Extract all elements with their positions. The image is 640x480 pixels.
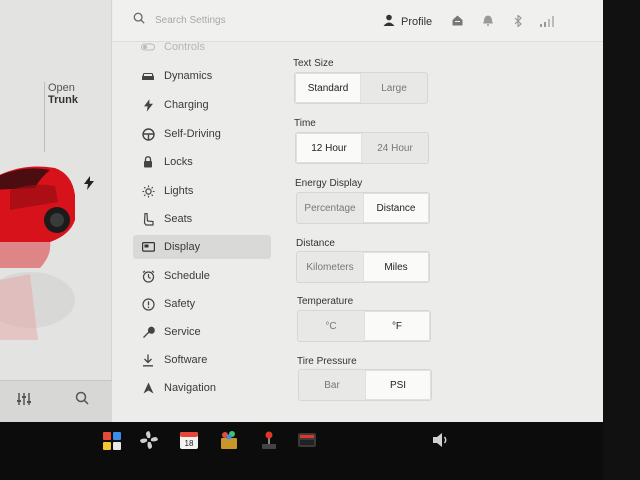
open-trunk-label-line2: Trunk xyxy=(48,94,78,106)
open-trunk-button[interactable]: Open Trunk xyxy=(44,82,78,152)
fan-icon[interactable] xyxy=(139,430,159,450)
bell-icon[interactable] xyxy=(483,15,493,26)
car-icon xyxy=(140,68,156,84)
screen-bezel xyxy=(603,0,640,480)
menu-item-label: Safety xyxy=(164,298,196,310)
bolt-icon xyxy=(140,97,156,113)
seat-icon xyxy=(140,211,156,227)
menu-item-controls[interactable]: Controls xyxy=(133,35,271,59)
text-size-standard-option[interactable]: Standard xyxy=(295,73,361,103)
toybox-icon[interactable] xyxy=(219,430,239,450)
menu-item-label: Software xyxy=(164,354,208,366)
time-24-hour-option[interactable]: 24 Hour xyxy=(362,133,428,163)
theater-icon[interactable] xyxy=(297,430,317,450)
menu-item-seats[interactable]: Seats xyxy=(133,207,271,231)
menu-item-service[interactable]: Service xyxy=(133,320,271,344)
search-icon[interactable] xyxy=(75,391,89,405)
energy-display-selector: Percentage Distance xyxy=(296,192,430,224)
menu-item-label: Charging xyxy=(164,99,209,111)
charging-bolt-icon xyxy=(84,176,94,190)
volume-icon[interactable] xyxy=(431,430,451,450)
navigation-icon xyxy=(140,380,156,396)
energy-display-label: Energy Display xyxy=(295,178,363,189)
menu-item-label: Navigation xyxy=(164,382,216,394)
profile-button-label[interactable]: Profile xyxy=(401,16,432,28)
app-dock: 18 xyxy=(0,422,604,480)
search-icon xyxy=(133,12,145,24)
energy-display-percentage-option[interactable]: Percentage xyxy=(297,193,363,223)
menu-item-label: Schedule xyxy=(164,270,210,282)
lock-icon xyxy=(140,154,156,170)
menu-item-charging[interactable]: Charging xyxy=(133,93,271,117)
menu-item-locks[interactable]: Locks xyxy=(133,150,271,174)
temperature-celsius-option[interactable]: °C xyxy=(298,311,364,341)
lte-signal-icon xyxy=(540,16,554,27)
toggle-icon xyxy=(140,39,156,55)
home-icon[interactable] xyxy=(452,15,463,26)
distance-label: Distance xyxy=(296,238,335,249)
settings-menu: Controls Dynamics Charging Self-Driving … xyxy=(113,41,281,422)
wrench-icon xyxy=(140,324,156,340)
menu-item-lights[interactable]: Lights xyxy=(133,179,271,203)
text-size-large-option[interactable]: Large xyxy=(361,73,427,103)
sliders-icon[interactable] xyxy=(16,391,32,407)
touchscreen: Open Trunk Search Settings Profile Contr… xyxy=(0,0,604,422)
menu-item-label: Display xyxy=(164,241,201,253)
menu-item-software[interactable]: Software xyxy=(133,348,271,372)
menu-item-self-driving[interactable]: Self-Driving xyxy=(133,122,271,146)
steering-wheel-icon xyxy=(140,126,156,142)
joystick-arcade-icon[interactable] xyxy=(259,430,279,450)
distance-kilometers-option[interactable]: Kilometers xyxy=(297,252,363,282)
menu-item-label: Self-Driving xyxy=(164,128,221,140)
tire-pressure-label: Tire Pressure xyxy=(297,356,357,367)
time-label: Time xyxy=(294,118,316,129)
tire-pressure-selector: Bar PSI xyxy=(298,369,432,401)
distance-miles-option[interactable]: Miles xyxy=(363,252,429,282)
car-image xyxy=(0,166,75,340)
calendar-icon[interactable]: 18 xyxy=(179,430,199,450)
bluetooth-icon[interactable] xyxy=(514,15,522,27)
clock-icon xyxy=(140,268,156,284)
display-settings-panel: Text Size Standard Large Time 12 Hour 24… xyxy=(290,42,604,422)
menu-item-label: Locks xyxy=(164,156,193,168)
safety-icon xyxy=(140,296,156,312)
display-icon xyxy=(140,239,156,255)
time-selector: 12 Hour 24 Hour xyxy=(295,132,429,164)
download-icon xyxy=(140,352,156,368)
menu-item-display[interactable]: Display xyxy=(133,235,271,259)
menu-item-schedule[interactable]: Schedule xyxy=(133,264,271,288)
menu-item-label: Controls xyxy=(164,41,205,53)
profile-icon[interactable] xyxy=(383,14,395,26)
car-visualization-pane: Open Trunk xyxy=(0,0,112,422)
app-launcher-icon[interactable] xyxy=(102,430,122,450)
calendar-day-text: 18 xyxy=(185,439,194,448)
menu-item-safety[interactable]: Safety xyxy=(133,292,271,316)
tire-pressure-bar-option[interactable]: Bar xyxy=(299,370,365,400)
menu-item-label: Seats xyxy=(164,213,193,225)
menu-item-label: Dynamics xyxy=(164,70,213,82)
energy-display-distance-option[interactable]: Distance xyxy=(363,193,429,223)
time-12-hour-option[interactable]: 12 Hour xyxy=(296,133,362,163)
search-settings-input[interactable] xyxy=(155,12,335,28)
menu-item-navigation[interactable]: Navigation xyxy=(133,376,271,400)
open-trunk-label-line1: Open xyxy=(48,82,75,94)
menu-item-label: Lights xyxy=(164,185,194,197)
temperature-selector: °C °F xyxy=(297,310,431,342)
car-pane-bottom-bar xyxy=(0,380,112,422)
text-size-selector: Standard Large xyxy=(294,72,428,104)
temperature-fahrenheit-option[interactable]: °F xyxy=(364,311,430,341)
temperature-label: Temperature xyxy=(297,296,354,307)
tire-pressure-psi-option[interactable]: PSI xyxy=(365,370,431,400)
sun-icon xyxy=(140,183,156,199)
menu-item-dynamics[interactable]: Dynamics xyxy=(133,64,271,88)
menu-item-label: Service xyxy=(164,326,201,338)
distance-selector: Kilometers Miles xyxy=(296,251,430,283)
text-size-label: Text Size xyxy=(293,58,334,69)
